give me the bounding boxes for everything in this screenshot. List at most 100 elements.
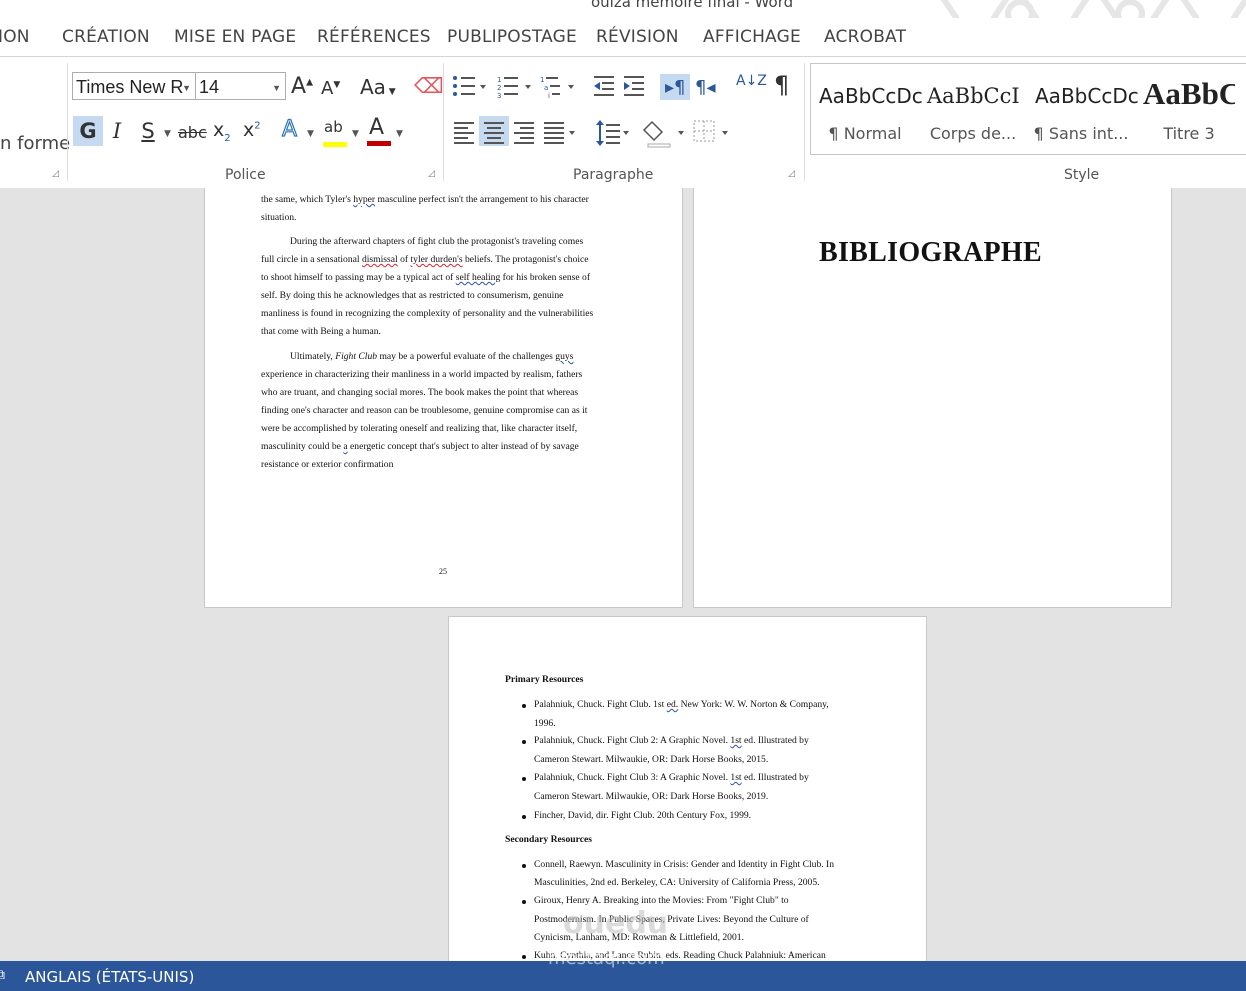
numbering-icon[interactable]: 1 2 3 [497, 76, 531, 100]
chevron-down-icon[interactable]: ▼ [272, 74, 281, 102]
text-line: the same, which Tyler's hyper masculine … [261, 194, 589, 205]
watermark-url: mestaqi.com [548, 948, 665, 969]
clear-formatting-icon[interactable]: ⌫ [414, 74, 444, 98]
page-bibliography[interactable]: Primary Resources Palahniuk, Chuck. Figh… [448, 616, 927, 961]
reference-line: Palahniuk, Chuck. Fight Club 3: A Graphi… [534, 772, 809, 783]
grow-font-button[interactable]: A▲ [291, 74, 313, 99]
font-color-button[interactable]: A [367, 115, 391, 146]
bullet [522, 740, 526, 744]
subscript-button[interactable]: x2 [213, 119, 231, 144]
subscript-index: 2 [224, 132, 231, 144]
chevron-down-icon[interactable]: ▼ [182, 74, 191, 102]
page-bibliography-title[interactable]: BIBLIOGRAPHE [693, 188, 1172, 608]
clipboard-launcher-icon[interactable]: ◿ [52, 169, 62, 179]
style-group-label: Style [1064, 167, 1100, 183]
tab-references[interactable]: RÉFÉRENCES [317, 27, 431, 47]
style-name: Corps de... [929, 124, 1017, 143]
chevron-down-icon[interactable]: ▼ [396, 129, 403, 139]
align-right-icon[interactable] [514, 122, 534, 144]
page-number: 25 [439, 567, 447, 576]
increase-indent-icon[interactable] [624, 76, 644, 96]
tab-mise-en-page[interactable]: MISE EN PAGE [174, 27, 296, 47]
align-left-icon[interactable] [454, 122, 474, 144]
font-group-label: Police [225, 167, 266, 183]
change-case-button[interactable]: Aa ▼ [360, 75, 396, 99]
style-corps[interactable]: AaBbCcI Corps de... [919, 64, 1027, 152]
tab-publipostage[interactable]: PUBLIPOSTAGE [447, 27, 577, 47]
primary-heading: Primary Resources [505, 674, 584, 685]
title-bar: ouiza mémoire final - Word [0, 0, 1246, 18]
tab-acrobat[interactable]: ACROBAT [824, 27, 906, 47]
chevron-down-icon[interactable]: ▼ [352, 129, 359, 139]
font-launcher-icon[interactable]: ◿ [428, 169, 438, 179]
bullet [522, 704, 526, 708]
paragraph-group-label: Paragraphe [573, 167, 654, 183]
borders-icon[interactable] [693, 120, 728, 142]
text-line: full circle in a sensational dismissal o… [261, 254, 589, 265]
proofing-icon[interactable]: ⧉ [0, 967, 5, 983]
font-family-value: Times New R [76, 77, 184, 97]
sort-button[interactable]: A↓Z [736, 74, 767, 88]
font-family-box[interactable]: Times New R ▼ [72, 72, 196, 100]
shrink-font-button[interactable]: A▼ [321, 78, 340, 99]
chevron-down-icon[interactable]: ▼ [307, 129, 314, 139]
ribbon-decoration-icon [940, 0, 1246, 18]
reference-line: Giroux, Henry A. Breaking into the Movie… [534, 895, 789, 906]
underline-button[interactable]: S [136, 116, 160, 146]
svg-text:a: a [544, 84, 548, 92]
chevron-down-icon[interactable]: ▼ [164, 129, 171, 139]
justify-icon[interactable] [544, 122, 575, 144]
text-effects-button[interactable]: A [281, 116, 297, 142]
font-size-box[interactable]: 14 ▼ [195, 72, 286, 100]
document-area[interactable]: the same, which Tyler's hyper masculine … [0, 188, 1246, 961]
secondary-heading: Secondary Resources [505, 834, 592, 845]
left-to-right-icon[interactable]: ▸¶ [665, 77, 686, 98]
page-25[interactable]: the same, which Tyler's hyper masculine … [204, 188, 683, 608]
bold-button[interactable]: G [73, 116, 103, 146]
style-sans-interligne[interactable]: AaBbCcDc ¶ Sans int... [1027, 64, 1139, 152]
format-painter-label[interactable]: n forme [0, 133, 70, 154]
style-sample: AaBbC [1143, 76, 1235, 111]
group-separator [804, 63, 805, 181]
style-normal[interactable]: AaBbCcDc ¶ Normal [811, 64, 923, 152]
style-sample: AaBbCcDc [819, 84, 923, 108]
tab-insertion[interactable]: ION [0, 27, 30, 47]
tab-revision[interactable]: RÉVISION [596, 27, 679, 47]
tab-creation[interactable]: CRÉATION [62, 27, 150, 47]
group-separator [443, 63, 444, 181]
grow-font-icon: A [291, 74, 307, 99]
bullets-icon[interactable] [453, 76, 486, 96]
reference-line: 1996. [534, 718, 556, 729]
reference-line: Palahniuk, Chuck. Fight Club. 1st ed. Ne… [534, 699, 829, 710]
text-line: Ultimately, Fight Club may be a powerful… [290, 351, 574, 362]
svg-text:3: 3 [497, 92, 501, 100]
change-case-icon: Aa [360, 75, 386, 99]
styles-gallery: AaBbCcDc ¶ Normal AaBbCcI Corps de... Aa… [810, 63, 1246, 155]
reference-line: Connell, Raewyn. Masculinity in Crisis: … [534, 859, 835, 870]
reference-line: Palahniuk, Chuck. Fight Club 2: A Graphi… [534, 735, 809, 746]
svg-text:i: i [548, 92, 550, 100]
superscript-button[interactable]: x2 [243, 119, 261, 141]
text-line: situation. [261, 212, 297, 223]
style-name: Titre 3 [1163, 124, 1215, 143]
reference-line: Fincher, David, dir. Fight Club. 20th Ce… [534, 810, 752, 821]
decrease-indent-icon[interactable] [594, 76, 614, 96]
tab-affichage[interactable]: AFFICHAGE [703, 27, 801, 47]
reference-line: Masculinities, 2nd ed. Berkeley, CA: Uni… [534, 877, 820, 888]
line-spacing-icon[interactable] [596, 120, 629, 146]
paragraph-launcher-icon[interactable]: ◿ [788, 169, 798, 179]
shading-icon[interactable] [642, 120, 684, 148]
highlight-button[interactable]: ab [323, 118, 347, 147]
right-to-left-icon[interactable]: ¶◂ [695, 77, 716, 98]
multilevel-list-icon[interactable]: 1 a i [540, 76, 574, 100]
italic-button[interactable]: I [106, 116, 128, 146]
text-line: experience in characterizing their manli… [261, 369, 583, 380]
ribbon-tabs: ION CRÉATION MISE EN PAGE RÉFÉRENCES PUB… [0, 18, 1246, 56]
highlight-color-swatch [323, 142, 347, 147]
show-formatting-marks-button[interactable]: ¶ [774, 71, 789, 99]
style-name: ¶ Normal [828, 124, 902, 143]
language-indicator[interactable]: ANGLAIS (ÉTATS-UNIS) [25, 968, 194, 986]
style-titre-3[interactable]: AaBbC Titre 3 [1135, 64, 1235, 152]
subscript-icon: x [213, 119, 225, 141]
strikethrough-button[interactable]: abc [178, 123, 207, 142]
